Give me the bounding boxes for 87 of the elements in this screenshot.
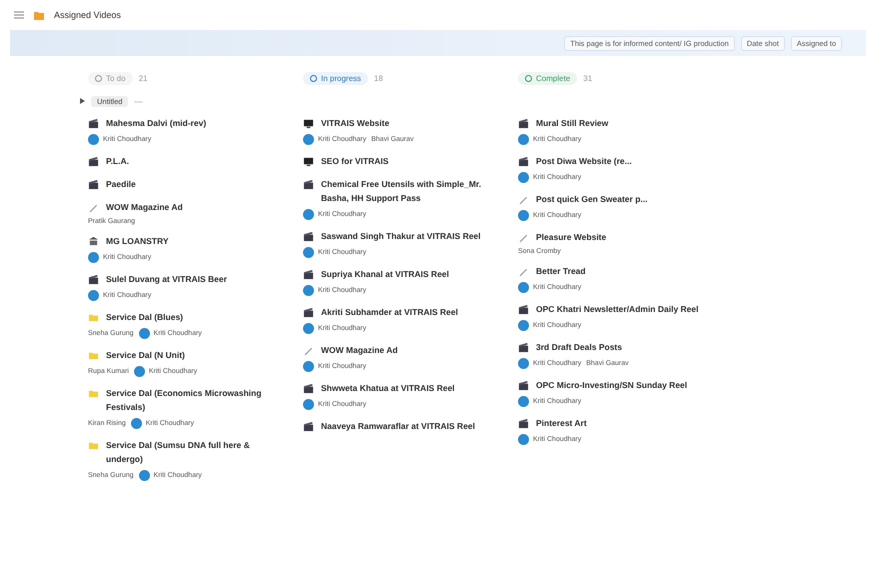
monitor-icon [303,118,314,129]
card-title[interactable]: WOW Magazine Ad [106,200,183,214]
avatar-icon [518,320,529,331]
card-title[interactable]: Chemical Free Utensils with Simple_Mr. Basha, HH Support Pass [321,177,493,205]
avatar-icon [88,134,99,145]
clapperboard-icon [88,179,99,190]
avatar-icon [518,358,529,369]
avatar-icon [303,209,314,220]
clapperboard-icon [518,418,529,429]
card-title[interactable]: Service Dal (N Unit) [106,348,185,362]
card-title[interactable]: Pinterest Art [536,416,587,430]
avatar-icon [134,366,145,377]
avatar-icon [130,418,142,429]
clapperboard-icon [88,274,99,285]
clapperboard-icon [303,421,314,432]
clapperboard-icon [303,179,314,190]
avatar-icon [88,290,99,301]
card-title[interactable]: Pleasure Website [536,230,606,244]
card-title[interactable]: Saswand Singh Thakur at VITRAIS Reel [321,229,481,243]
card-title[interactable]: Mural Still Review [536,116,608,130]
pencil-icon [518,266,529,277]
clapperboard-icon [518,380,529,391]
folder-icon [88,312,99,323]
column-count: 31 [583,74,592,82]
card-title[interactable]: Post Diwa Website (re... [536,154,632,168]
caret-icon[interactable] [80,98,85,104]
building-icon [88,236,99,247]
card-title[interactable]: Shwweta Khatua at VITRAIS Reel [321,381,455,395]
folder-icon [88,350,99,361]
page-title: Assigned Videos [54,10,121,20]
card-title[interactable]: Service Dal (Economics Microwashing Festivals) [106,386,278,414]
clapperboard-icon [303,269,314,280]
clapperboard-icon [88,156,99,167]
column-count: 21 [138,74,148,82]
column-count: 18 [374,74,383,82]
avatar-icon [518,172,529,183]
card-title[interactable]: Naaveya Ramwaraflar at VITRAIS Reel [321,419,476,433]
avatar-icon [303,361,314,372]
card-title[interactable]: Paedile [106,177,136,191]
group-count: — [134,96,142,106]
clapperboard-icon [518,342,529,353]
card-title[interactable]: VITRAIS Website [321,116,390,130]
card-title[interactable]: Mahesma Dalvi (mid-rev) [106,116,206,130]
avatar-icon [303,285,314,296]
folder-icon [88,440,99,451]
card-title[interactable]: MG LOANSTRY [106,234,168,248]
card-title[interactable]: Service Dal (Blues) [106,310,184,324]
card-title[interactable]: P.L.A. [106,154,129,168]
folder-icon [88,388,99,399]
card-title[interactable]: Post quick Gen Sweater p... [536,192,648,206]
clapperboard-icon [88,118,99,129]
card-title[interactable]: Akriti Subhamder at VITRAIS Reel [321,305,458,319]
card-title[interactable]: Service Dal (Sumsu DNA full here & undergo) [106,438,278,466]
avatar-icon [303,134,314,145]
pencil-icon [88,202,99,213]
card-title[interactable]: OPC Micro-Investing/SN Sunday Reel [536,378,688,392]
menu-icon[interactable] [14,11,24,19]
avatar-icon [518,396,529,407]
clapperboard-icon [303,383,314,394]
avatar-icon [303,247,314,258]
clapperboard-icon [518,156,529,167]
monitor-icon [303,156,314,167]
avatar-icon [518,434,529,445]
avatar-icon [88,252,99,263]
pencil-icon [303,345,314,356]
clapperboard-icon [303,307,314,318]
folder-icon [34,10,44,20]
avatar-icon [303,323,314,334]
clapperboard-icon [518,118,529,129]
card-title[interactable]: Sulel Duvang at VITRAIS Beer [106,272,227,286]
avatar-icon [138,470,150,481]
card-title[interactable]: 3rd Draft Deals Posts [536,340,622,354]
avatar-icon [138,328,150,339]
status-label[interactable]: In progress [303,72,368,84]
avatar-icon [518,282,529,293]
pencil-icon [518,232,529,243]
card-title[interactable]: SEO for VITRAIS [321,154,389,168]
clapperboard-icon [303,231,314,242]
clapperboard-icon [518,304,529,315]
card-title[interactable]: OPC Khatri Newsletter/Admin Daily Reel [536,302,698,316]
card-title[interactable]: WOW Magazine Ad [321,343,398,357]
avatar-icon [518,210,529,221]
avatar-icon [518,134,529,145]
card-title[interactable]: Supriya Khanal at VITRAIS Reel [321,267,450,281]
card-title[interactable]: Better Tread [536,264,586,278]
pencil-icon [518,194,529,205]
avatar-icon [303,399,314,410]
